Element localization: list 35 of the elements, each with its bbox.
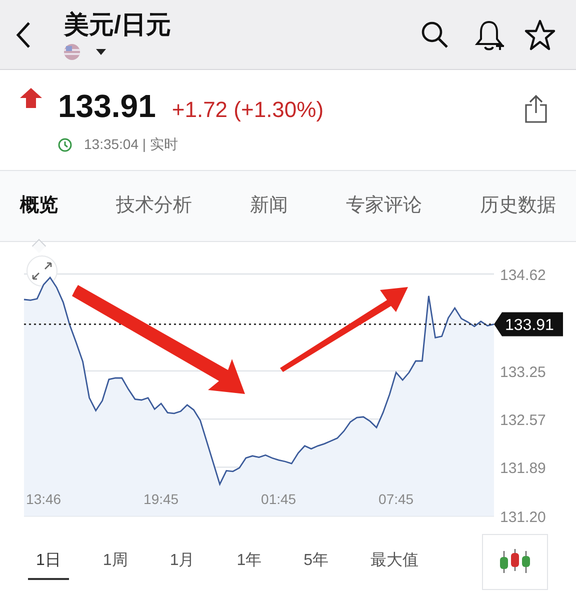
x-tick-label: 13:46 (26, 491, 62, 507)
x-tick-label: 19:45 (144, 491, 179, 507)
range-tab[interactable]: 1日 (28, 544, 69, 580)
tab[interactable]: 技术分析 (116, 186, 192, 226)
x-tick-label: 07:45 (378, 491, 414, 507)
clock-icon (58, 138, 72, 152)
flag-icon (64, 44, 80, 60)
y-tick-label: 134.62 (500, 267, 546, 284)
star-icon[interactable] (524, 18, 556, 50)
range-tab[interactable]: 1年 (228, 544, 270, 580)
y-tick-label: 131.89 (500, 460, 546, 478)
share-icon[interactable] (524, 94, 548, 124)
candlestick-button[interactable] (482, 534, 548, 590)
tab[interactable]: 新闻 (250, 186, 288, 226)
quote-time: 13:35:04 | 实时 (84, 135, 178, 154)
range-tab[interactable]: 1月 (162, 544, 203, 580)
y-tick-label: 132.57 (500, 412, 546, 430)
tab[interactable]: 专家评论 (346, 186, 422, 226)
x-tick-label: 01:45 (261, 491, 296, 507)
caret-icon[interactable] (96, 48, 106, 54)
range-tab[interactable]: 最大值 (362, 544, 427, 580)
price-value: 133.91 (58, 87, 156, 126)
bell-plus-icon[interactable] (474, 18, 504, 50)
range-tab[interactable]: 1周 (94, 544, 136, 580)
tab[interactable]: 历史数据 (480, 186, 556, 226)
price-change: +1.72 (+1.30%) (172, 96, 324, 124)
expand-icon[interactable] (26, 256, 58, 286)
current-price-tag: 133.91 (494, 312, 563, 336)
tab[interactable]: 概览 (20, 186, 58, 226)
page-title: 美元/日元 (64, 10, 172, 40)
ref-line-label: 133.91 (505, 317, 554, 334)
y-tick-label: 131.20 (500, 509, 546, 526)
search-icon[interactable] (420, 20, 450, 50)
range-tab[interactable]: 5年 (296, 544, 337, 580)
y-tick-label: 133.25 (500, 364, 546, 381)
